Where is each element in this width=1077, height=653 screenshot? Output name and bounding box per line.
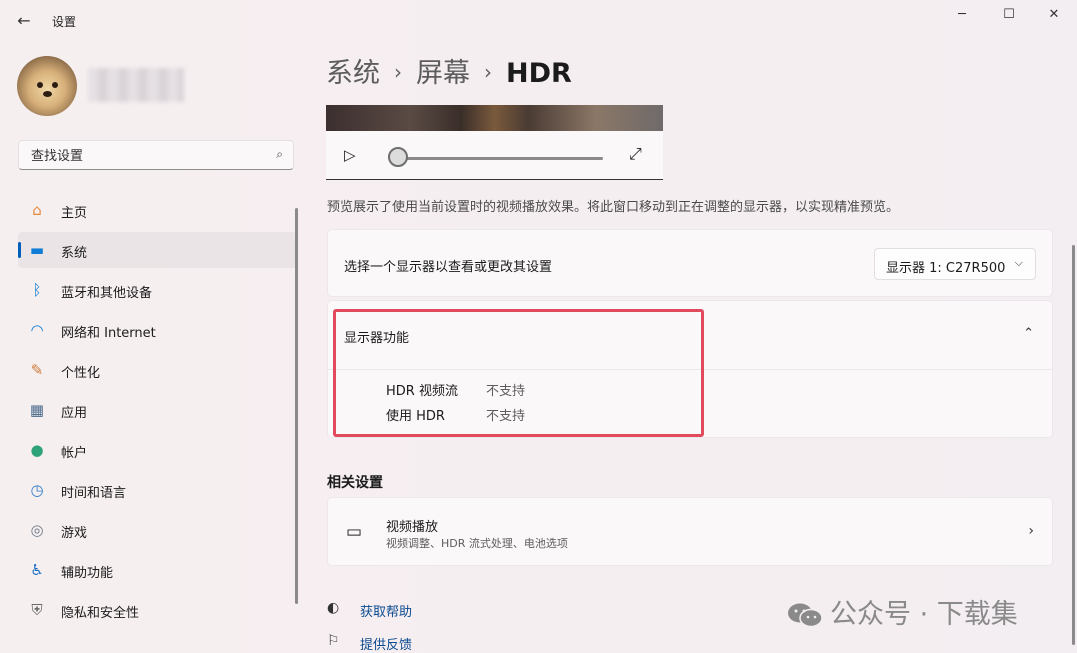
paint-brush-icon: ✎ (30, 361, 44, 379)
account-icon: ● (30, 441, 44, 459)
sidebar-item-label: 网络和 Internet (61, 326, 156, 341)
avatar-nose (43, 91, 52, 97)
user-name-blurred (88, 68, 184, 102)
sidebar-item-1[interactable]: ⌂ 主页 (18, 192, 296, 228)
close-button[interactable]: ✕ (1031, 6, 1077, 24)
sidebar-item-11[interactable]: ⛨ 隐私和安全性 (18, 592, 296, 628)
app-title: 设置 (52, 15, 77, 29)
chevron-up-icon[interactable]: ⌃ (1023, 326, 1034, 341)
sidebar-item-label: 游戏 (61, 526, 88, 541)
search-icon[interactable]: ⌕ (276, 147, 283, 162)
highlight-box (333, 309, 704, 437)
seek-slider-track[interactable] (401, 157, 603, 160)
sidebar-item-label: 个性化 (61, 366, 101, 381)
breadcrumb-display[interactable]: 屏幕 (416, 58, 470, 89)
sidebar-item-2[interactable]: ▬ 系统 (18, 232, 296, 268)
related-settings-title: 相关设置 (327, 475, 383, 491)
display-dropdown[interactable]: 显示器 1: C27R500 ⌵ (874, 248, 1036, 280)
video-icon: ▭ (346, 522, 363, 542)
maximize-button[interactable]: ☐ (986, 6, 1032, 24)
sidebar-item-label: 隐私和安全性 (61, 606, 140, 621)
feedback-label[interactable]: 提供反馈 (360, 634, 412, 653)
page-title: HDR (506, 58, 572, 89)
feedback-icon: ⚐ (327, 633, 340, 649)
wechat-logo-icon (788, 603, 823, 628)
system-icon: ▬ (29, 241, 45, 259)
watermark: 公众号 · 下载集 (786, 592, 1018, 631)
help-icon: ◐ (327, 600, 340, 616)
shield-icon: ⛨ (31, 601, 43, 619)
sidebar-item-8[interactable]: ◷ 时间和语言 (18, 472, 296, 508)
sidebar-item-6[interactable]: ▦ 应用 (18, 392, 296, 428)
main-scrollbar[interactable] (1072, 245, 1075, 645)
avatar[interactable] (17, 56, 77, 116)
sidebar-item-label: 帐户 (61, 446, 88, 461)
breadcrumb-system[interactable]: 系统 (326, 58, 380, 89)
search-input[interactable] (29, 146, 263, 166)
video-playback-subtitle: 视频调整、HDR 流式处理、电池选项 (386, 537, 568, 550)
sidebar-item-9[interactable]: ◎ 游戏 (18, 512, 296, 548)
sidebar-nav: ⌂ 主页 ▬ 系统 ᛒ 蓝牙和其他设备 ◠ 网络和 Internet ✎ 个性化 ▦ 应用 ● 帐户 ◷ 时间… (18, 192, 296, 632)
search-box[interactable]: ⌕ (18, 140, 294, 170)
display-dropdown-value: 显示器 1: C27R500 (886, 261, 1006, 276)
breadcrumb: 系统 › 屏幕 › HDR (326, 56, 572, 93)
chevron-down-icon: ⌵ (1014, 256, 1023, 269)
minimize-button[interactable]: ─ (939, 6, 985, 24)
sidebar-item-4[interactable]: ◠ 网络和 Internet (18, 312, 296, 348)
display-select-card: 选择一个显示器以查看或更改其设置 显示器 1: C27R500 ⌵ (327, 229, 1053, 297)
sidebar-item-label: 应用 (61, 406, 88, 421)
avatar-eye-left (37, 82, 43, 88)
wifi-icon: ◠ (30, 321, 44, 339)
apps-icon: ▦ (29, 401, 45, 419)
sidebar-item-10[interactable]: ♿ 辅助功能 (18, 552, 296, 588)
sidebar-item-3[interactable]: ᛒ 蓝牙和其他设备 (18, 272, 296, 308)
sidebar-item-label: 系统 (61, 246, 88, 261)
seek-slider-thumb[interactable] (388, 147, 408, 167)
get-help-label[interactable]: 获取帮助 (360, 601, 412, 620)
chevron-right-icon: › (1028, 523, 1034, 539)
watermark-text: 公众号 · 下载集 (830, 599, 1018, 630)
sidebar-scrollbar[interactable] (295, 208, 298, 604)
sidebar-item-7[interactable]: ● 帐户 (18, 432, 296, 468)
breadcrumb-separator: › (394, 60, 402, 84)
fullscreen-icon[interactable]: ⤢ (629, 144, 642, 164)
back-arrow-icon[interactable]: ← (14, 11, 34, 31)
video-playback-title: 视频播放 (386, 520, 439, 535)
display-select-label: 选择一个显示器以查看或更改其设置 (344, 260, 553, 275)
breadcrumb-separator: › (484, 60, 492, 84)
sidebar-item-label: 主页 (61, 206, 88, 221)
bluetooth-icon: ᛒ (32, 281, 42, 299)
play-icon[interactable]: ▷ (344, 146, 356, 164)
sidebar-item-5[interactable]: ✎ 个性化 (18, 352, 296, 388)
video-playback-card[interactable]: ▭ 视频播放 视频调整、HDR 流式处理、电池选项 › (327, 497, 1053, 566)
video-preview (326, 105, 663, 131)
sidebar-item-label: 时间和语言 (61, 486, 127, 501)
time-language-icon: ◷ (30, 481, 44, 499)
preview-note: 预览展示了使用当前设置时的视频播放效果。将此窗口移动到正在调整的显示器，以实现精… (327, 200, 900, 215)
sidebar-item-label: 蓝牙和其他设备 (61, 286, 153, 301)
sidebar-item-label: 辅助功能 (61, 566, 114, 581)
title-bar: ← 设置 ─ ☐ ✕ (0, 0, 1077, 40)
accessibility-icon: ♿ (30, 561, 44, 579)
home-icon: ⌂ (32, 201, 42, 219)
video-controls: ▷ ⤢ (326, 131, 663, 180)
avatar-eye-right (52, 82, 58, 88)
gaming-icon: ◎ (30, 521, 44, 539)
